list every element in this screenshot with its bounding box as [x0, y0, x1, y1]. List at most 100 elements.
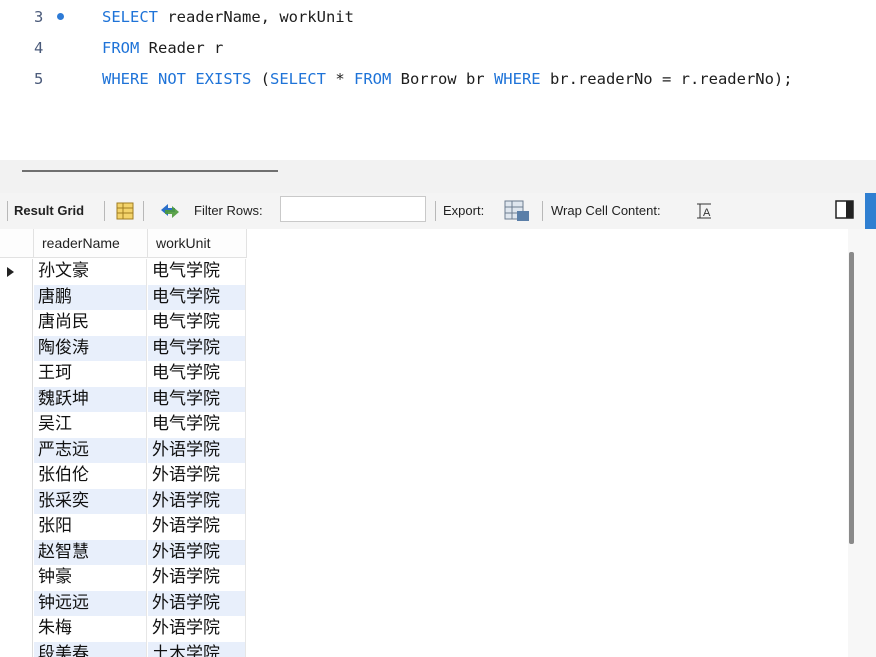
toolbar-separator — [542, 201, 543, 221]
result-grid: readerName workUnit 孙文豪 电气学院 唐鹏 电气学院 唐尚民 电气学院… — [0, 229, 848, 657]
table-row[interactable]: 严志远 外语学院 — [0, 437, 248, 463]
sql-keyword: SELECT — [102, 8, 158, 26]
row-selector[interactable] — [0, 310, 33, 336]
sql-keyword: WHERE NOT EXISTS — [102, 70, 252, 88]
row-selector[interactable] — [0, 437, 33, 463]
cell-readername[interactable]: 唐鹏 — [34, 284, 147, 310]
cell-readername[interactable]: 钟远远 — [34, 590, 147, 616]
cell-workunit[interactable]: 外语学院 — [148, 616, 246, 642]
cell-workunit[interactable]: 电气学院 — [148, 284, 246, 310]
cell-workunit[interactable]: 外语学院 — [148, 539, 246, 565]
cell-workunit[interactable]: 电气学院 — [148, 386, 246, 412]
table-row[interactable]: 魏跃坤 电气学院 — [0, 386, 248, 412]
code-text[interactable]: FROM Reader r — [102, 33, 223, 63]
sql-text: br.readerNo = r.readerNo); — [540, 70, 793, 88]
code-line[interactable]: 5 WHERE NOT EXISTS (SELECT * FROM Borrow … — [0, 64, 876, 94]
cell-readername[interactable]: 赵智慧 — [34, 539, 147, 565]
cell-readername[interactable]: 张采奕 — [34, 488, 147, 514]
cell-readername[interactable]: 严志远 — [34, 437, 147, 463]
table-row[interactable]: 张阳 外语学院 — [0, 514, 248, 540]
cell-workunit[interactable]: 外语学院 — [148, 488, 246, 514]
table-row[interactable]: 唐鹏 电气学院 — [0, 284, 248, 310]
sql-text: Borrow br — [391, 70, 494, 88]
cell-readername[interactable]: 吴江 — [34, 412, 147, 438]
row-header-corner — [0, 229, 34, 258]
sql-text: * — [325, 70, 354, 88]
table-row[interactable]: 赵智慧 外语学院 — [0, 539, 248, 565]
row-selector[interactable] — [0, 565, 33, 591]
cell-workunit[interactable]: 电气学院 — [148, 361, 246, 387]
panel-splitter[interactable] — [0, 160, 876, 193]
toolbar-separator — [104, 201, 105, 221]
sql-editor[interactable]: 3 SELECT readerName, workUnit 4 FROM Reader… — [0, 0, 876, 160]
table-row[interactable]: 孙文豪 电气学院 — [0, 259, 248, 285]
cell-workunit[interactable]: 外语学院 — [148, 590, 246, 616]
code-line[interactable]: 4 FROM Reader r — [0, 33, 876, 63]
row-selector[interactable] — [0, 514, 33, 540]
scrollbar-thumb[interactable] — [849, 252, 854, 544]
table-row[interactable]: 段美春 土木学院 — [0, 641, 248, 657]
row-selector[interactable] — [0, 335, 33, 361]
column-header-readername[interactable]: readerName — [34, 229, 148, 258]
panel-toggle-icon[interactable] — [835, 193, 855, 229]
table-row[interactable]: 张采奕 外语学院 — [0, 488, 248, 514]
code-text[interactable]: WHERE NOT EXISTS (SELECT * FROM Borrow b… — [102, 64, 793, 94]
cell-workunit[interactable]: 电气学院 — [148, 310, 246, 336]
cell-workunit[interactable]: 电气学院 — [148, 259, 246, 285]
current-row-arrow-icon — [7, 267, 14, 277]
cell-readername[interactable]: 钟豪 — [34, 565, 147, 591]
sql-text: ( — [251, 70, 270, 88]
table-row[interactable]: 朱梅 外语学院 — [0, 616, 248, 642]
cell-readername[interactable]: 魏跃坤 — [34, 386, 147, 412]
cell-readername[interactable]: 王珂 — [34, 361, 147, 387]
code-text[interactable]: SELECT readerName, workUnit — [102, 2, 354, 32]
refresh-icon[interactable] — [158, 193, 182, 229]
table-row[interactable]: 陶俊涛 电气学院 — [0, 335, 248, 361]
line-number: 5 — [34, 70, 44, 88]
cell-readername[interactable]: 唐尚民 — [34, 310, 147, 336]
line-number: 4 — [34, 39, 44, 57]
row-selector[interactable] — [0, 361, 33, 387]
cell-workunit[interactable]: 外语学院 — [148, 463, 246, 489]
table-row[interactable]: 唐尚民 电气学院 — [0, 310, 248, 336]
row-selector[interactable] — [0, 641, 33, 657]
row-selector[interactable] — [0, 284, 33, 310]
table-row[interactable]: 吴江 电气学院 — [0, 412, 248, 438]
result-toolbar: Result Grid Filter Rows: Export: Wrap Ce… — [0, 193, 865, 230]
table-row[interactable]: 张伯伦 外语学院 — [0, 463, 248, 489]
row-selector[interactable] — [0, 259, 33, 285]
cell-workunit[interactable]: 土木学院 — [148, 641, 246, 657]
cell-readername[interactable]: 朱梅 — [34, 616, 147, 642]
cell-readername[interactable]: 段美春 — [34, 641, 147, 657]
cell-workunit[interactable]: 电气学院 — [148, 335, 246, 361]
cell-readername[interactable]: 孙文豪 — [34, 259, 147, 285]
cell-readername[interactable]: 陶俊涛 — [34, 335, 147, 361]
table-row[interactable]: 钟远远 外语学院 — [0, 590, 248, 616]
line-number: 3 — [34, 8, 44, 26]
row-selector[interactable] — [0, 463, 33, 489]
splitter-handle[interactable] — [22, 170, 278, 172]
row-selector[interactable] — [0, 590, 33, 616]
grid-layout-icon[interactable] — [115, 193, 135, 229]
row-selector[interactable] — [0, 386, 33, 412]
table-row[interactable]: 王珂 电气学院 — [0, 361, 248, 387]
export-icon[interactable] — [503, 193, 531, 229]
cell-workunit[interactable]: 外语学院 — [148, 565, 246, 591]
filter-rows-input[interactable] — [280, 196, 426, 222]
sql-keyword: FROM — [353, 70, 392, 88]
cell-workunit[interactable]: 外语学院 — [148, 437, 246, 463]
row-selector[interactable] — [0, 412, 33, 438]
row-selector[interactable] — [0, 616, 33, 642]
cell-readername[interactable]: 张阳 — [34, 514, 147, 540]
row-selector[interactable] — [0, 488, 33, 514]
cell-workunit[interactable]: 外语学院 — [148, 514, 246, 540]
code-line[interactable]: 3 SELECT readerName, workUnit — [0, 2, 876, 32]
cell-readername[interactable]: 张伯伦 — [34, 463, 147, 489]
cell-workunit[interactable]: 电气学院 — [148, 412, 246, 438]
result-grid-tab[interactable]: Result Grid — [14, 193, 84, 229]
toolbar-separator — [143, 201, 144, 221]
wrap-text-icon[interactable]: A — [695, 193, 715, 229]
row-selector[interactable] — [0, 539, 33, 565]
table-row[interactable]: 钟豪 外语学院 — [0, 565, 248, 591]
column-header-workunit[interactable]: workUnit — [148, 229, 247, 258]
